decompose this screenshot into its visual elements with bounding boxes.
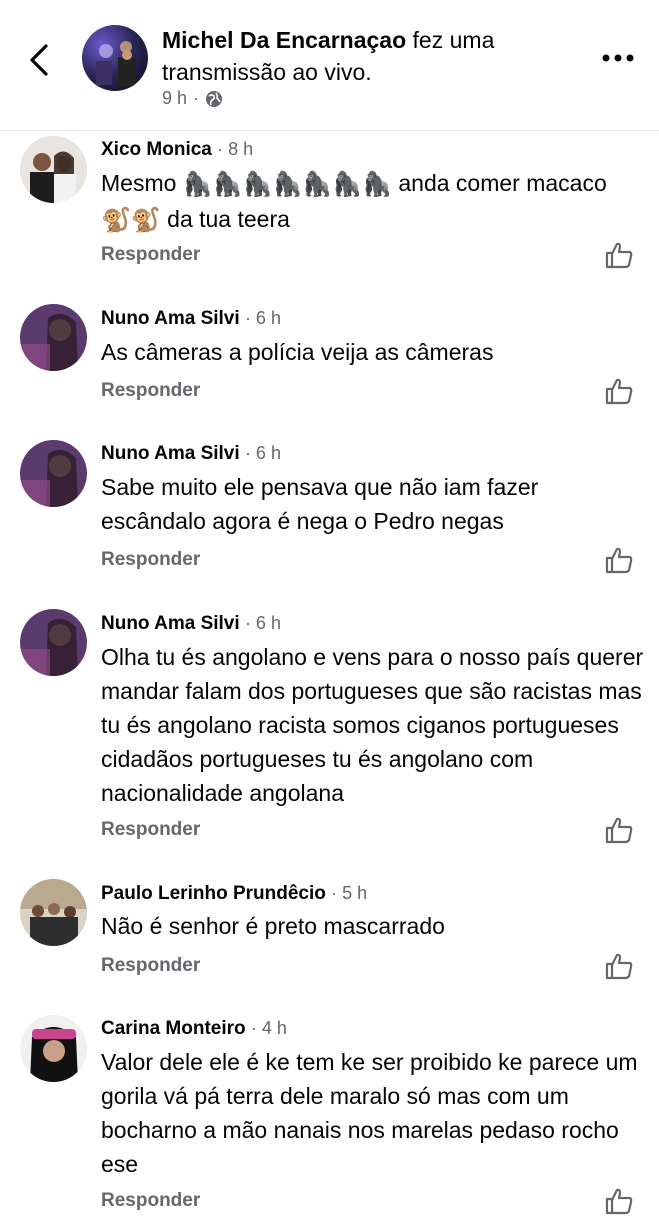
thumbs-up-icon[interactable] [604, 1186, 634, 1216]
comment-author[interactable]: Nuno Ama Silvi [101, 443, 240, 464]
comment-author[interactable]: Nuno Ama Silvi [101, 308, 240, 329]
comment-time: · 5 h [331, 883, 368, 903]
comment-header: Nuno Ama Silvi · 6 h [101, 441, 281, 466]
comment-author[interactable]: Nuno Ama Silvi [101, 613, 240, 634]
chevron-left-icon[interactable] [26, 40, 56, 80]
reply-button[interactable]: Responder [101, 1190, 200, 1212]
avatar[interactable] [20, 440, 87, 507]
comment-text: Sabe muito ele pensava que não iam fazer… [101, 474, 539, 534]
thumbs-up-icon[interactable] [604, 376, 634, 406]
gorilla-emojis: 🦍🦍🦍🦍🦍🦍🦍 [182, 170, 392, 198]
comment-header: Xico Monica · 8 h [101, 137, 253, 162]
comment-author[interactable]: Xico Monica [101, 139, 212, 160]
avatar[interactable] [20, 609, 87, 676]
post-title: Michel Da Encarnaçao fez uma transmissão… [162, 24, 582, 88]
comment-author[interactable]: Paulo Lerinho Prundêcio [101, 883, 326, 904]
comment-text: Não é senhor é preto mascarrado [101, 913, 445, 939]
comment-author[interactable]: Carina Monteiro [101, 1018, 246, 1039]
avatar[interactable] [20, 136, 87, 203]
reply-button[interactable]: Responder [101, 380, 200, 402]
post-header: Michel Da Encarnaçao fez uma transmissão… [0, 0, 659, 131]
comment-header: Paulo Lerinho Prundêcio · 5 h [101, 881, 367, 906]
reply-button[interactable]: Responder [101, 955, 200, 977]
comment-text: Olha tu és angolano e vens para o nosso … [101, 644, 644, 806]
comment-header: Nuno Ama Silvi · 6 h [101, 611, 281, 636]
thumbs-up-icon[interactable] [604, 240, 634, 270]
author-name[interactable]: Michel Da Encarnaçao [162, 27, 406, 53]
more-horizontal-icon[interactable] [600, 48, 636, 68]
comment-header: Carina Monteiro · 4 h [101, 1016, 287, 1041]
avatar[interactable] [20, 304, 87, 371]
comment-text: As câmeras a polícia veija as câmeras [101, 339, 494, 365]
avatar[interactable] [20, 1015, 87, 1082]
monkey-emojis: 🐒🐒 [101, 206, 161, 234]
thumbs-up-icon[interactable] [604, 815, 634, 845]
comment-time: · 8 h [217, 139, 254, 159]
reply-button[interactable]: Responder [101, 244, 200, 266]
thumbs-up-icon[interactable] [604, 951, 634, 981]
post-time: 9 h [162, 88, 188, 108]
reply-button[interactable]: Responder [101, 819, 200, 841]
comment-header: Nuno Ama Silvi · 6 h [101, 306, 281, 331]
comment-time: · 6 h [244, 443, 281, 463]
avatar[interactable] [20, 879, 87, 946]
comment-text: Mesmo 🦍🦍🦍🦍🦍🦍🦍 anda comer macaco 🐒🐒 da tu… [101, 166, 646, 238]
comment-text: Valor dele ele é ke tem ke ser proibido … [101, 1049, 638, 1177]
avatar[interactable] [82, 25, 148, 91]
comment-time: · 6 h [244, 308, 281, 328]
post-meta: 9 h · [162, 88, 223, 109]
reply-button[interactable]: Responder [101, 549, 200, 571]
comment-time: · 6 h [244, 613, 281, 633]
meta-separator: · [193, 88, 200, 108]
comment-time: · 4 h [250, 1018, 287, 1038]
thumbs-up-icon[interactable] [604, 545, 634, 575]
globe-icon [206, 90, 223, 107]
